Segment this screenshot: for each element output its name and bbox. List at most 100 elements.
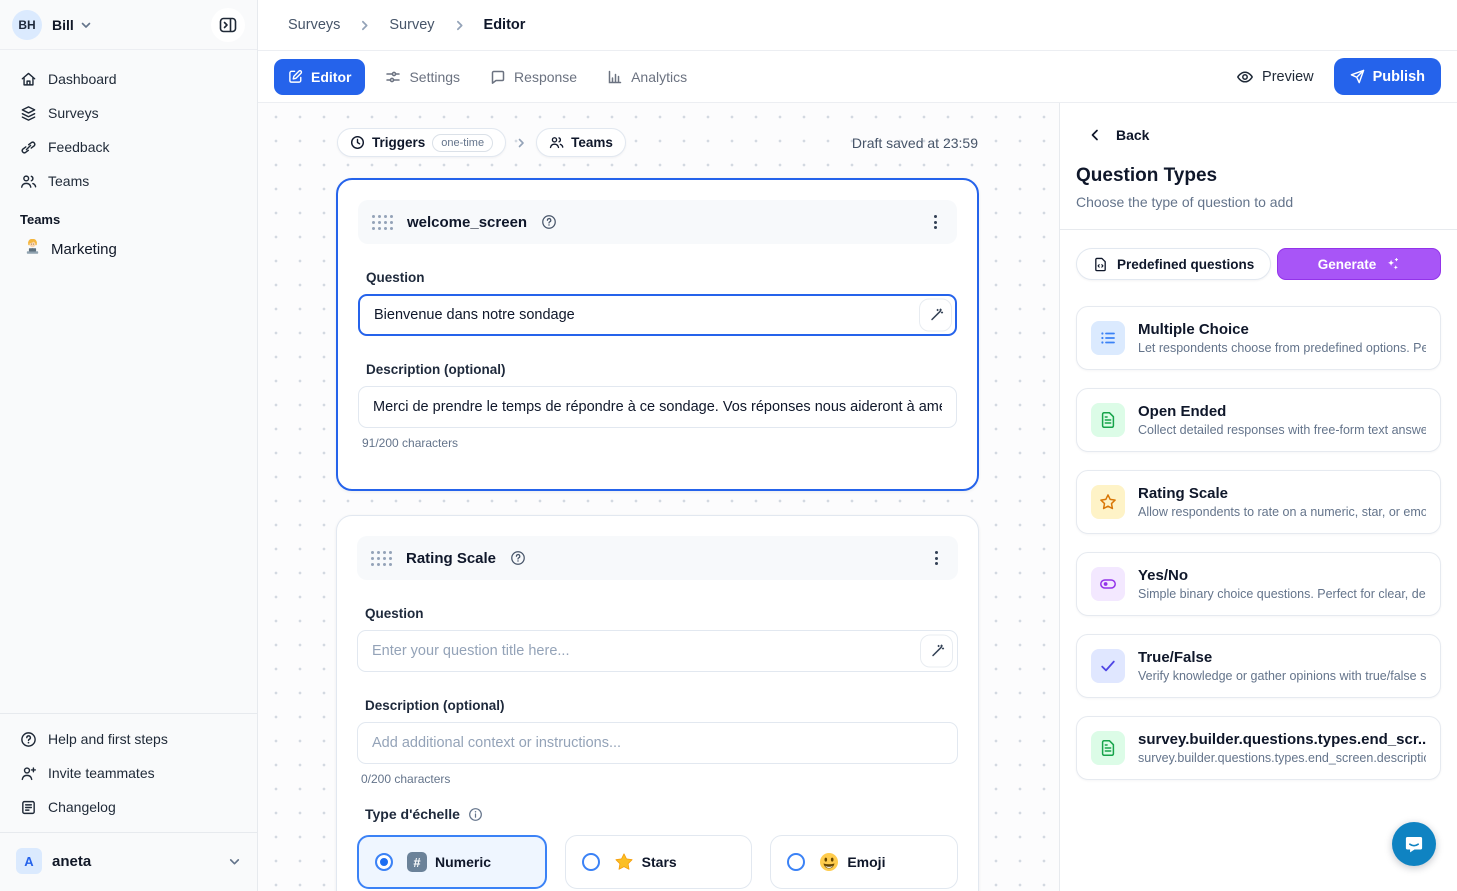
question-title-input[interactable] xyxy=(358,294,957,336)
help-circle-icon[interactable] xyxy=(541,214,557,230)
check-icon xyxy=(1091,649,1125,683)
question-type-end-screen[interactable]: survey.builder.questions.types.end_scr..… xyxy=(1076,716,1441,780)
question-type-description: Simple binary choice questions. Perfect … xyxy=(1138,587,1426,601)
sidebar-item-teams[interactable]: Teams xyxy=(10,164,247,198)
preview-button[interactable]: Preview xyxy=(1236,68,1314,86)
sidebar-collapse-button[interactable] xyxy=(211,8,245,42)
message-square-icon xyxy=(490,69,506,85)
question-type-true-false[interactable]: True/False Verify knowledge or gather op… xyxy=(1076,634,1441,698)
teams-chip[interactable]: Teams xyxy=(536,128,626,157)
scale-option-numeric[interactable]: # Numeric xyxy=(357,835,547,889)
help-circle-icon[interactable] xyxy=(510,550,526,566)
sidebar-item-label: Dashboard xyxy=(48,71,117,87)
more-options-icon[interactable] xyxy=(929,547,944,569)
sidebar-item-changelog[interactable]: Changelog xyxy=(10,790,247,824)
sidebar-item-label: Invite teammates xyxy=(48,765,155,781)
generate-button[interactable]: Generate xyxy=(1277,248,1441,280)
character-count: 91/200 characters xyxy=(362,436,953,450)
breadcrumb-surveys[interactable]: Surveys xyxy=(288,17,340,33)
sidebar-item-label: Help and first steps xyxy=(48,731,168,747)
question-card-welcome-screen[interactable]: welcome_screen Question Description (opt… xyxy=(336,178,979,491)
chevron-down-icon xyxy=(228,855,241,868)
scale-option-stars[interactable]: Stars xyxy=(565,835,753,889)
tab-settings[interactable]: Settings xyxy=(375,59,470,95)
tab-label: Editor xyxy=(311,69,351,85)
tab-label: Analytics xyxy=(631,69,687,85)
question-type-yes-no[interactable]: Yes/No Simple binary choice questions. P… xyxy=(1076,552,1441,616)
eye-icon xyxy=(1236,68,1254,86)
tab-label: Settings xyxy=(409,69,460,85)
predefined-questions-button[interactable]: Predefined questions xyxy=(1076,248,1271,280)
triggers-chip[interactable]: Triggers one-time xyxy=(337,128,506,157)
chat-bubble-icon xyxy=(1403,833,1425,855)
sidebar: BH Bill Dashboard Surveys xyxy=(0,0,258,891)
sidebar-item-surveys[interactable]: Surveys xyxy=(10,96,247,130)
radio-unchecked-icon[interactable] xyxy=(582,853,600,871)
sidebar-item-label: Teams xyxy=(48,173,89,189)
question-card-rating-scale[interactable]: Rating Scale Question Description (optio… xyxy=(336,515,979,891)
scale-option-emoji[interactable]: Emoji xyxy=(770,835,958,889)
star-icon xyxy=(1091,485,1125,519)
question-type-multiple-choice[interactable]: Multiple Choice Let respondents choose f… xyxy=(1076,306,1441,370)
question-type-title: Open Ended xyxy=(1138,403,1426,420)
teams-section-heading: Teams xyxy=(20,212,237,227)
magic-wand-button[interactable] xyxy=(920,635,953,668)
chevron-down-icon xyxy=(80,19,92,31)
question-type-title: True/False xyxy=(1138,649,1426,666)
workspace-switcher[interactable]: BH Bill xyxy=(0,0,257,50)
question-title-input[interactable] xyxy=(357,630,958,672)
account-name: aneta xyxy=(52,853,91,870)
account-menu[interactable]: A aneta xyxy=(10,841,247,881)
question-type-description: Collect detailed responses with free-for… xyxy=(1138,423,1426,437)
scale-option-label: Stars xyxy=(642,854,677,870)
publish-label: Publish xyxy=(1373,69,1425,85)
survey-editor-app: BH Bill Dashboard Surveys xyxy=(0,0,1457,891)
question-description-input[interactable] xyxy=(357,722,958,764)
drag-handle-icon[interactable] xyxy=(371,551,392,566)
team-name-label: Marketing xyxy=(51,241,117,258)
question-description-input[interactable] xyxy=(358,386,957,428)
hash-keycap-icon: # xyxy=(407,852,427,872)
question-card-header: welcome_screen xyxy=(358,200,957,244)
breadcrumb: Surveys Survey Editor xyxy=(258,0,1457,51)
file-text-icon xyxy=(1091,731,1125,765)
tab-editor[interactable]: Editor xyxy=(274,59,365,95)
question-type-open-ended[interactable]: Open Ended Collect detailed responses wi… xyxy=(1076,388,1441,452)
tab-analytics[interactable]: Analytics xyxy=(597,59,697,95)
sidebar-footer: Help and first steps Invite teammates Ch… xyxy=(0,705,257,891)
users-icon xyxy=(549,135,564,150)
radio-unchecked-icon[interactable] xyxy=(787,853,805,871)
breadcrumb-survey[interactable]: Survey xyxy=(389,17,434,33)
sidebar-item-feedback[interactable]: Feedback xyxy=(10,130,247,164)
question-type-title: survey.builder.questions.types.end_scr..… xyxy=(1138,731,1426,748)
drag-handle-icon[interactable] xyxy=(372,215,393,230)
magic-wand-button[interactable] xyxy=(919,299,952,332)
divider xyxy=(0,713,257,714)
scale-option-label: Numeric xyxy=(435,854,491,870)
file-code-icon xyxy=(1093,257,1108,272)
sidebar-item-marketing[interactable]: Marketing xyxy=(10,231,247,267)
question-type-description: Let respondents choose from predefined o… xyxy=(1138,341,1426,355)
more-options-icon[interactable] xyxy=(928,211,943,233)
trigger-type-badge: one-time xyxy=(432,134,493,152)
sliders-icon xyxy=(385,69,401,85)
breadcrumb-editor: Editor xyxy=(484,17,526,33)
users-icon xyxy=(20,173,37,190)
star-emoji-icon xyxy=(614,852,634,872)
tab-response[interactable]: Response xyxy=(480,59,587,95)
sidebar-item-invite[interactable]: Invite teammates xyxy=(10,756,247,790)
back-button[interactable]: Back xyxy=(1088,127,1457,143)
sparkles-icon xyxy=(1385,257,1400,272)
sidebar-item-dashboard[interactable]: Dashboard xyxy=(10,62,247,96)
link-icon xyxy=(20,139,37,156)
question-type-title: Rating Scale xyxy=(1138,485,1426,502)
question-type-title: Yes/No xyxy=(1138,567,1426,584)
chat-launcher-button[interactable] xyxy=(1392,822,1436,866)
divider xyxy=(0,832,257,833)
publish-button[interactable]: Publish xyxy=(1334,58,1441,95)
sidebar-item-help[interactable]: Help and first steps xyxy=(10,722,247,756)
preview-label: Preview xyxy=(1262,69,1314,85)
info-circle-icon[interactable] xyxy=(468,807,483,822)
radio-checked-icon[interactable] xyxy=(375,853,393,871)
question-type-rating-scale[interactable]: Rating Scale Allow respondents to rate o… xyxy=(1076,470,1441,534)
